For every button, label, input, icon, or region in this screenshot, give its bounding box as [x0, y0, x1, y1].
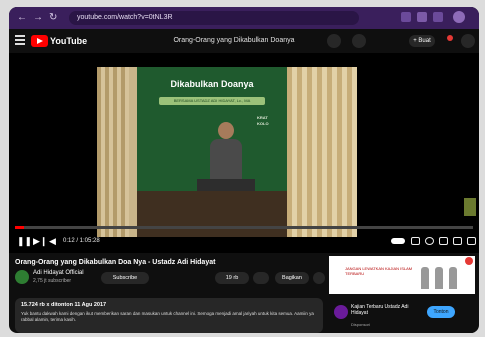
bookmark-icon[interactable] — [433, 12, 443, 22]
video-title: Orang-Orang yang Dikabulkan Doa Nya - Us… — [15, 259, 216, 266]
back-icon[interactable]: ← — [17, 12, 27, 24]
share-button[interactable]: Bagikan — [275, 272, 309, 284]
curtain-right — [287, 67, 357, 237]
settings-icon[interactable] — [425, 237, 434, 245]
video-player[interactable]: Dikabulkan Doanya BERSAMA USTADZ ADI HID… — [9, 53, 479, 253]
search-input[interactable]: Orang-Orang yang Dikabulkan Doanya — [149, 36, 319, 46]
reload-icon[interactable]: ↻ — [49, 12, 57, 24]
miniplayer-icon[interactable] — [439, 237, 448, 245]
recommendation-button[interactable]: Tonton — [427, 306, 455, 318]
channel-subscribers: 2,75 jt subscriber — [33, 278, 72, 284]
microphone-icon[interactable] — [352, 34, 366, 48]
speaker-body — [210, 139, 242, 181]
notification-icon[interactable] — [447, 35, 453, 41]
close-icon[interactable] — [465, 257, 473, 265]
subscribe-button[interactable]: Subscribe — [101, 272, 149, 284]
browser-toolbar: ← → ↻ youtube.com/watch?v=0tNL3R — [9, 7, 479, 29]
address-bar[interactable]: youtube.com/watch?v=0tNL3R — [69, 11, 359, 25]
forward-icon[interactable]: → — [33, 12, 43, 24]
youtube-header: YouTube Orang-Orang yang Dikabulkan Doan… — [9, 29, 479, 53]
subtitles-icon[interactable] — [411, 237, 420, 245]
theater-icon[interactable] — [453, 237, 462, 245]
channel-name[interactable]: Adi Hidayat Official — [33, 270, 84, 277]
recommendation-avatar — [334, 305, 348, 319]
time-display: 0:12 / 1:05:28 — [63, 238, 100, 244]
curtain-left — [97, 67, 129, 237]
volume-icon[interactable]: ◀ — [49, 236, 56, 246]
menu-icon[interactable] — [15, 35, 25, 45]
recommendation-title[interactable]: Kajian Terbaru Ustadz Adi Hidayat — [351, 304, 421, 316]
ad-person — [421, 267, 429, 289]
corner-thumbnail — [464, 198, 476, 216]
dislike-button[interactable] — [253, 272, 269, 284]
autoplay-toggle[interactable] — [391, 238, 405, 244]
description-meta: 15.724 rb x ditonton 11 Agu 2017 — [21, 302, 107, 308]
play-logo-icon — [31, 35, 48, 47]
create-button[interactable]: + Buat — [409, 35, 435, 47]
speaker-head — [218, 122, 234, 139]
channel-avatar[interactable] — [15, 270, 29, 284]
profile-avatar[interactable] — [453, 11, 465, 23]
pause-icon[interactable]: ❚❚ — [17, 236, 32, 246]
ad-text: JANGAN LEWATKAN KAJIAN ISLAM TERBARU — [345, 266, 413, 276]
ad-person — [449, 267, 457, 289]
browser-window: ← → ↻ youtube.com/watch?v=0tNL3R YouTube… — [9, 7, 479, 333]
next-icon[interactable]: ▶❙ — [33, 236, 47, 246]
backdrop-side-text: KRAT KOLO — [257, 115, 269, 126]
logo-text: YouTube — [50, 36, 88, 46]
recommendation-subtitle: Disponsori — [351, 322, 370, 327]
stage — [137, 191, 287, 237]
extension-icon[interactable] — [401, 12, 411, 22]
video-frame[interactable]: Dikabulkan Doanya BERSAMA USTADZ ADI HID… — [97, 67, 357, 237]
podium — [197, 179, 255, 191]
description-text: Yuk bantu dakwah kami dengan ikut member… — [21, 311, 314, 322]
like-button[interactable]: 19 rb — [215, 272, 249, 284]
account-avatar[interactable] — [461, 34, 475, 48]
download-icon[interactable] — [417, 12, 427, 22]
search-icon[interactable] — [327, 34, 341, 48]
backdrop-title: Dikabulkan Doanya — [170, 79, 254, 89]
progress-fill — [15, 226, 24, 229]
progress-bar[interactable] — [15, 226, 473, 229]
ad-person — [435, 267, 443, 289]
fullscreen-icon[interactable] — [467, 237, 476, 245]
backdrop-subtitle: BERSAMA USTADZ ADI HIDAYAT, Lc., MA — [159, 97, 265, 105]
more-options-button[interactable] — [313, 272, 325, 284]
